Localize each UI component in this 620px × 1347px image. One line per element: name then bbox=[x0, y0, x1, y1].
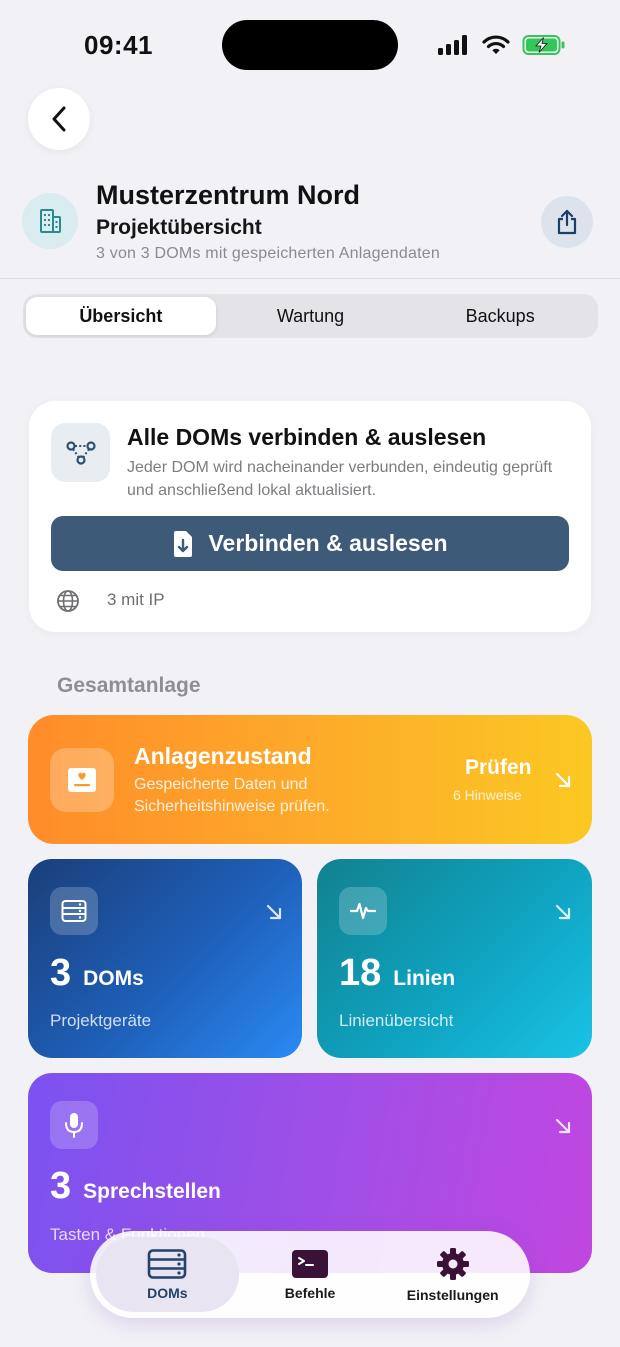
building-icon bbox=[22, 193, 78, 249]
lines-count: 18 bbox=[339, 952, 382, 994]
terminal-icon bbox=[292, 1249, 328, 1278]
speakers-count-row: 3 Sprechstellen bbox=[50, 1165, 221, 1208]
arrow-down-right-icon bbox=[555, 1118, 571, 1134]
document-download-icon bbox=[174, 530, 193, 557]
segmented-control: Übersicht Wartung Backups bbox=[23, 294, 598, 338]
speakers-count: 3 bbox=[50, 1165, 72, 1207]
doms-subtitle: Projektgeräte bbox=[50, 1011, 152, 1030]
lines-count-row: 18 Linien bbox=[339, 952, 455, 995]
share-icon bbox=[557, 209, 577, 235]
tab-wartung[interactable]: Wartung bbox=[216, 297, 406, 335]
doms-count-row: 3 DOMs bbox=[50, 952, 144, 995]
globe-icon bbox=[57, 590, 79, 612]
tab-einstellungen[interactable]: Einstellungen bbox=[381, 1237, 524, 1312]
arrow-down-right-icon bbox=[266, 904, 282, 920]
server-icon bbox=[148, 1248, 187, 1279]
connect-card-title: Alle DOMs verbinden & auslesen bbox=[127, 424, 487, 450]
server-icon bbox=[50, 887, 98, 935]
lines-subtitle: Linienübersicht bbox=[339, 1011, 454, 1030]
tab-bar: DOMs Befehle Einstellungen bbox=[90, 1231, 530, 1318]
arrow-down-right-icon bbox=[555, 772, 571, 788]
gear-icon bbox=[436, 1247, 469, 1280]
lines-unit: Linien bbox=[393, 967, 456, 990]
page-title: Musterzentrum Nord bbox=[96, 180, 361, 210]
microphone-icon bbox=[50, 1101, 98, 1149]
connect-read-button-label: Verbinden & auslesen bbox=[208, 530, 448, 556]
tab-doms-label: DOMs bbox=[147, 1284, 188, 1301]
status-icons bbox=[438, 32, 566, 58]
health-card-icon bbox=[50, 748, 114, 812]
connect-card-description: Jeder DOM wird nacheinander verbunden, e… bbox=[127, 459, 553, 499]
doms-unit: DOMs bbox=[83, 967, 144, 990]
ip-count: 3 mit IP bbox=[107, 590, 165, 609]
tab-befehle-label: Befehle bbox=[284, 1284, 336, 1301]
system-status-description: Gespeicherte Daten und Sicherheitshinwei… bbox=[134, 776, 330, 815]
dom-count-meta: 3 von 3 DOMs mit gespeicherten Anlagenda… bbox=[96, 245, 440, 262]
hint-count: 6 Hinweise bbox=[453, 787, 522, 803]
chevron-left-icon bbox=[52, 106, 66, 132]
activity-icon bbox=[339, 887, 387, 935]
tab-uebersicht[interactable]: Übersicht bbox=[26, 297, 216, 335]
tab-backups[interactable]: Backups bbox=[405, 297, 595, 335]
dynamic-island bbox=[222, 20, 398, 70]
system-status-title: Anlagenzustand bbox=[134, 743, 312, 769]
page-subtitle: Projektübersicht bbox=[96, 216, 262, 239]
connect-read-button[interactable]: Verbinden & auslesen bbox=[51, 516, 569, 571]
share-button[interactable] bbox=[541, 196, 593, 248]
header-divider bbox=[0, 278, 620, 279]
tab-einstellungen-label: Einstellungen bbox=[406, 1286, 499, 1303]
network-nodes-icon bbox=[51, 423, 110, 482]
signal-icon bbox=[438, 35, 467, 55]
arrow-down-right-icon bbox=[555, 904, 571, 920]
speakers-unit: Sprechstellen bbox=[83, 1180, 221, 1203]
battery-charging-icon bbox=[522, 35, 565, 55]
wifi-icon bbox=[482, 35, 510, 54]
check-action[interactable]: Prüfen bbox=[465, 756, 532, 780]
tab-befehle[interactable]: Befehle bbox=[239, 1237, 382, 1312]
back-button[interactable] bbox=[28, 88, 90, 150]
status-time: 09:41 bbox=[84, 30, 153, 60]
section-title: Gesamtanlage bbox=[57, 674, 201, 697]
tab-doms[interactable]: DOMs bbox=[96, 1237, 239, 1312]
doms-count: 3 bbox=[50, 952, 72, 994]
